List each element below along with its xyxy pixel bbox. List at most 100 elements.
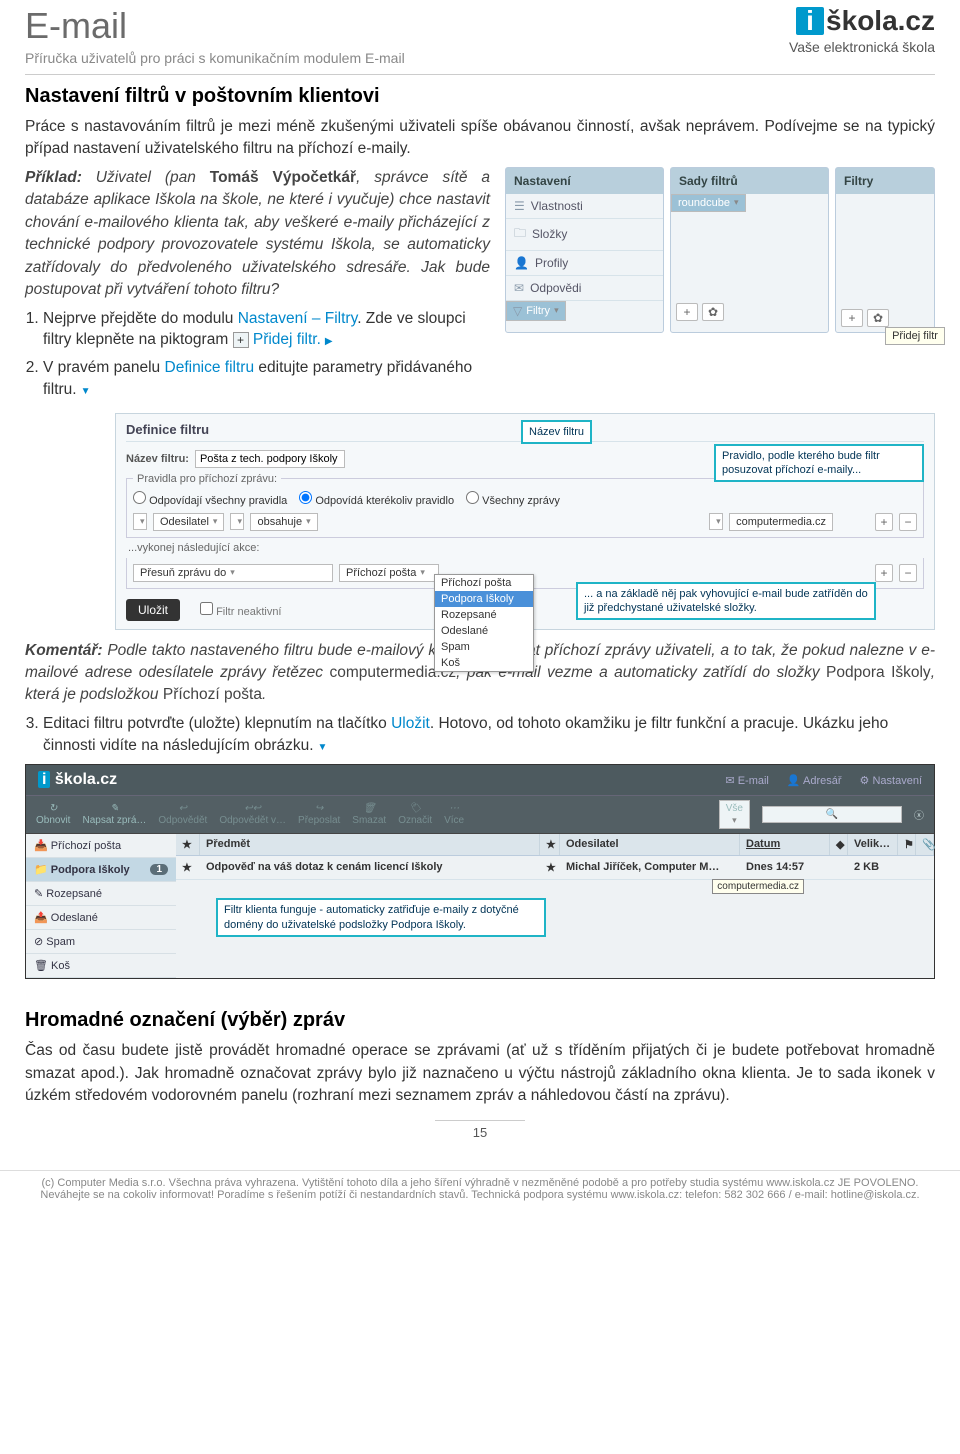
- plus-icon: +: [233, 332, 249, 348]
- rule-value-input[interactable]: computermedia.cz: [729, 513, 833, 531]
- search-clear-icon[interactable]: ⓧ: [914, 807, 924, 822]
- funnel-icon: ▽: [513, 304, 522, 318]
- action-add-button[interactable]: +: [875, 564, 893, 582]
- actions-legend: ...vykonej následující akce:: [128, 542, 922, 554]
- list-icon: ☰: [514, 199, 525, 213]
- action-remove-button[interactable]: −: [899, 564, 917, 582]
- nav-nastaveni[interactable]: ⚙ Nastavení: [860, 774, 922, 787]
- folder-trash[interactable]: 🗑 Koš: [26, 954, 176, 978]
- tooltip-pridej-filtr: Přidej filtr: [885, 327, 945, 345]
- nav-item-filtry[interactable]: ▽Filtry: [506, 301, 566, 321]
- filter-name-input[interactable]: [195, 450, 345, 468]
- forward-icon: ↪: [315, 803, 323, 814]
- nav-item-profily[interactable]: 👤Profily: [506, 251, 663, 276]
- replyall-icon: ↩↩: [244, 803, 261, 814]
- mail-logo: i škola.cz: [38, 771, 117, 789]
- folder-spam[interactable]: ⊘ Spam: [26, 930, 176, 954]
- action-target-select[interactable]: Příchozí pošta: [339, 564, 439, 582]
- col-size[interactable]: Velik…: [848, 834, 898, 855]
- link-ulozit: Uložit: [391, 715, 430, 732]
- logo-text: škola.cz: [826, 5, 935, 37]
- folder-inbox[interactable]: 📥 Příchozí pošta: [26, 834, 176, 858]
- step-3: Editaci filtru potvrďte (uložte) klepnut…: [43, 713, 935, 756]
- action-do-select[interactable]: Přesuň zprávu do: [133, 564, 333, 582]
- section-bulk-text: Čas od času budete jistě provádět hromad…: [25, 1040, 935, 1107]
- rule-val-icon[interactable]: [709, 513, 723, 530]
- nav-adresar[interactable]: 👤 Adresář: [787, 774, 842, 787]
- rule-field-select[interactable]: Odesilatel: [153, 513, 224, 531]
- search-input[interactable]: 🔍: [762, 806, 902, 823]
- col-subject[interactable]: Předmět: [200, 834, 540, 855]
- dd-item-selected[interactable]: Podpora Iškoly: [435, 591, 533, 607]
- tool-preposlat[interactable]: ↪Přeposlat: [298, 803, 340, 826]
- link-definice-filtru: Definice filtru: [165, 359, 255, 376]
- inactive-checkbox[interactable]: Filtr neaktivní: [200, 602, 281, 618]
- col-star[interactable]: ★: [176, 834, 200, 855]
- tool-obnovit[interactable]: ↻Obnovit: [36, 803, 70, 826]
- dd-item[interactable]: Odeslané: [435, 623, 533, 639]
- radio-all[interactable]: Odpovídají všechny pravidla: [133, 491, 287, 507]
- folder-dropdown[interactable]: Příchozí pošta Podpora Iškoly Rozepsané …: [434, 574, 534, 672]
- section-intro: Práce s nastavováním filtrů je mezi méně…: [25, 116, 935, 161]
- folder-sent[interactable]: 📤 Odeslané: [26, 906, 176, 930]
- mail-row[interactable]: ★ Odpověď na váš dotaz k cenám licencí I…: [176, 856, 934, 880]
- col-sort[interactable]: ◆: [830, 834, 848, 855]
- filterset-roundcube[interactable]: roundcube: [671, 194, 746, 212]
- callout-rule: Pravidlo, podle kterého bude filtr posuz…: [714, 444, 924, 483]
- add-filter-button[interactable]: +: [841, 309, 863, 327]
- callout-action: ... a na základě něj pak vyhovující e-ma…: [576, 582, 876, 621]
- reply-icon: ↩: [179, 803, 187, 814]
- col-header-sady: Sady filtrů: [671, 168, 828, 194]
- radio-any[interactable]: Odpovídá kterékoliv pravidlo: [299, 491, 454, 507]
- filter-scope-select[interactable]: Vše: [719, 800, 750, 829]
- page-number: 15: [435, 1120, 525, 1140]
- folder-podpora[interactable]: 📁 Podpora Iškoly1: [26, 858, 176, 882]
- step-2: V pravém panelu Definice filtru editujte…: [43, 357, 490, 400]
- col-date[interactable]: Datum: [740, 834, 830, 855]
- filterset-gear-button[interactable]: ✿: [702, 303, 724, 321]
- dd-item[interactable]: Koš: [435, 655, 533, 671]
- rule-op-icon[interactable]: [230, 513, 244, 530]
- callout-filter-working: Filtr klienta funguje - automaticky zatř…: [216, 898, 546, 937]
- doc-subtitle: Příručka uživatelů pro práci s komunikač…: [25, 50, 405, 66]
- col-flag[interactable]: ⚑: [898, 834, 916, 855]
- rule-pre-icon[interactable]: [133, 513, 147, 530]
- nav-item-vlastnosti[interactable]: ☰Vlastnosti: [506, 194, 663, 219]
- folder-drafts[interactable]: ✎ Rozepsané: [26, 882, 176, 906]
- tool-odpovedet[interactable]: ↩Odpovědět: [158, 803, 207, 826]
- more-icon: ⋯: [449, 803, 459, 814]
- col-star2[interactable]: ★: [540, 834, 560, 855]
- tag-icon: 🏷: [409, 803, 422, 814]
- tool-odpovedetv[interactable]: ↩↩Odpovědět v…: [219, 803, 286, 826]
- col-att[interactable]: 📎: [916, 834, 934, 855]
- col-header-filtry: Filtry: [836, 168, 934, 194]
- rule-add-button[interactable]: +: [875, 513, 893, 531]
- tool-vice[interactable]: ⋯Více: [444, 803, 464, 826]
- mail-client-screenshot: i škola.cz ✉ E-mail 👤 Adresář ⚙ Nastaven…: [25, 764, 935, 979]
- save-button[interactable]: Uložit: [126, 599, 180, 621]
- compose-icon: ✎: [110, 803, 118, 814]
- nav-email[interactable]: ✉ E-mail: [725, 774, 768, 787]
- dd-item[interactable]: Příchozí pošta: [435, 575, 533, 591]
- nav-item-odpovedi[interactable]: ✉Odpovědi: [506, 276, 663, 301]
- rule-remove-button[interactable]: −: [899, 513, 917, 531]
- rule-op-select[interactable]: obsahuje: [250, 513, 317, 531]
- tool-napsat[interactable]: ✎Napsat zprá…: [82, 803, 146, 826]
- filter-gear-button[interactable]: ✿: [867, 309, 889, 327]
- nav-item-slozky[interactable]: 🗀Složky: [506, 219, 663, 251]
- tool-oznacit[interactable]: 🏷Označit: [398, 803, 432, 826]
- reply-icon: ✉: [514, 281, 524, 295]
- radio-allmsg[interactable]: Všechny zprávy: [466, 491, 560, 507]
- dd-item[interactable]: Spam: [435, 639, 533, 655]
- user-icon: 👤: [514, 256, 529, 270]
- link-pridej-filtr: Přidej filtr.: [253, 331, 333, 348]
- add-filterset-button[interactable]: +: [676, 303, 698, 321]
- dd-item[interactable]: Rozepsané: [435, 607, 533, 623]
- label-name: Název filtru:: [126, 453, 189, 465]
- tool-smazat[interactable]: 🗑Smazat: [352, 803, 386, 826]
- col-from[interactable]: Odesilatel: [560, 834, 740, 855]
- col-header-nastaveni: Nastavení: [506, 168, 663, 194]
- doc-title: E-mail: [25, 5, 405, 47]
- section-title-bulk: Hromadné označení (výběr) zpráv: [25, 1009, 935, 1032]
- trash-icon: 🗑: [363, 803, 376, 814]
